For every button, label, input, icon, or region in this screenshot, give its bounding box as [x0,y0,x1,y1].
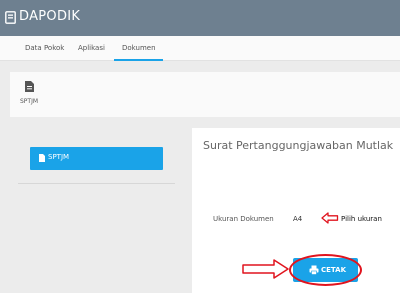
tab-dokumen[interactable]: Dokumen [122,44,156,52]
annotation-arrow-left-icon [321,212,339,224]
annotation-arrow-right-icon [242,259,289,279]
document-size-label: Ukuran Dokumen [213,215,274,223]
tab-aplikasi[interactable]: Aplikasi [78,44,105,52]
sidebar-button-sptjm[interactable]: SPTJM [30,147,163,170]
sidebar-button-label: SPTJM [48,153,70,161]
top-app-bar: DAPODIK [0,0,400,36]
document-shortcut-panel [10,72,400,117]
document-icon[interactable] [25,81,34,92]
main-nav: Data Pokok Aplikasi Dokumen [0,36,400,61]
tab-data-pokok[interactable]: Data Pokok [25,44,64,52]
annotation-label: Pilih ukuran [341,215,382,223]
print-button[interactable]: CETAK [293,258,358,282]
printer-icon [309,265,319,275]
form-title: Surat Pertanggungjawaban Mutlak [203,139,394,152]
app-title: DAPODIK [19,9,81,24]
document-size-value: A4 [293,215,303,223]
print-button-label: CETAK [321,266,346,274]
active-tab-indicator [114,59,163,61]
document-icon [39,154,45,162]
app-logo-icon [5,11,16,24]
shortcut-label-sptjm[interactable]: SPTJM [20,98,38,105]
sidebar-divider [18,183,175,184]
